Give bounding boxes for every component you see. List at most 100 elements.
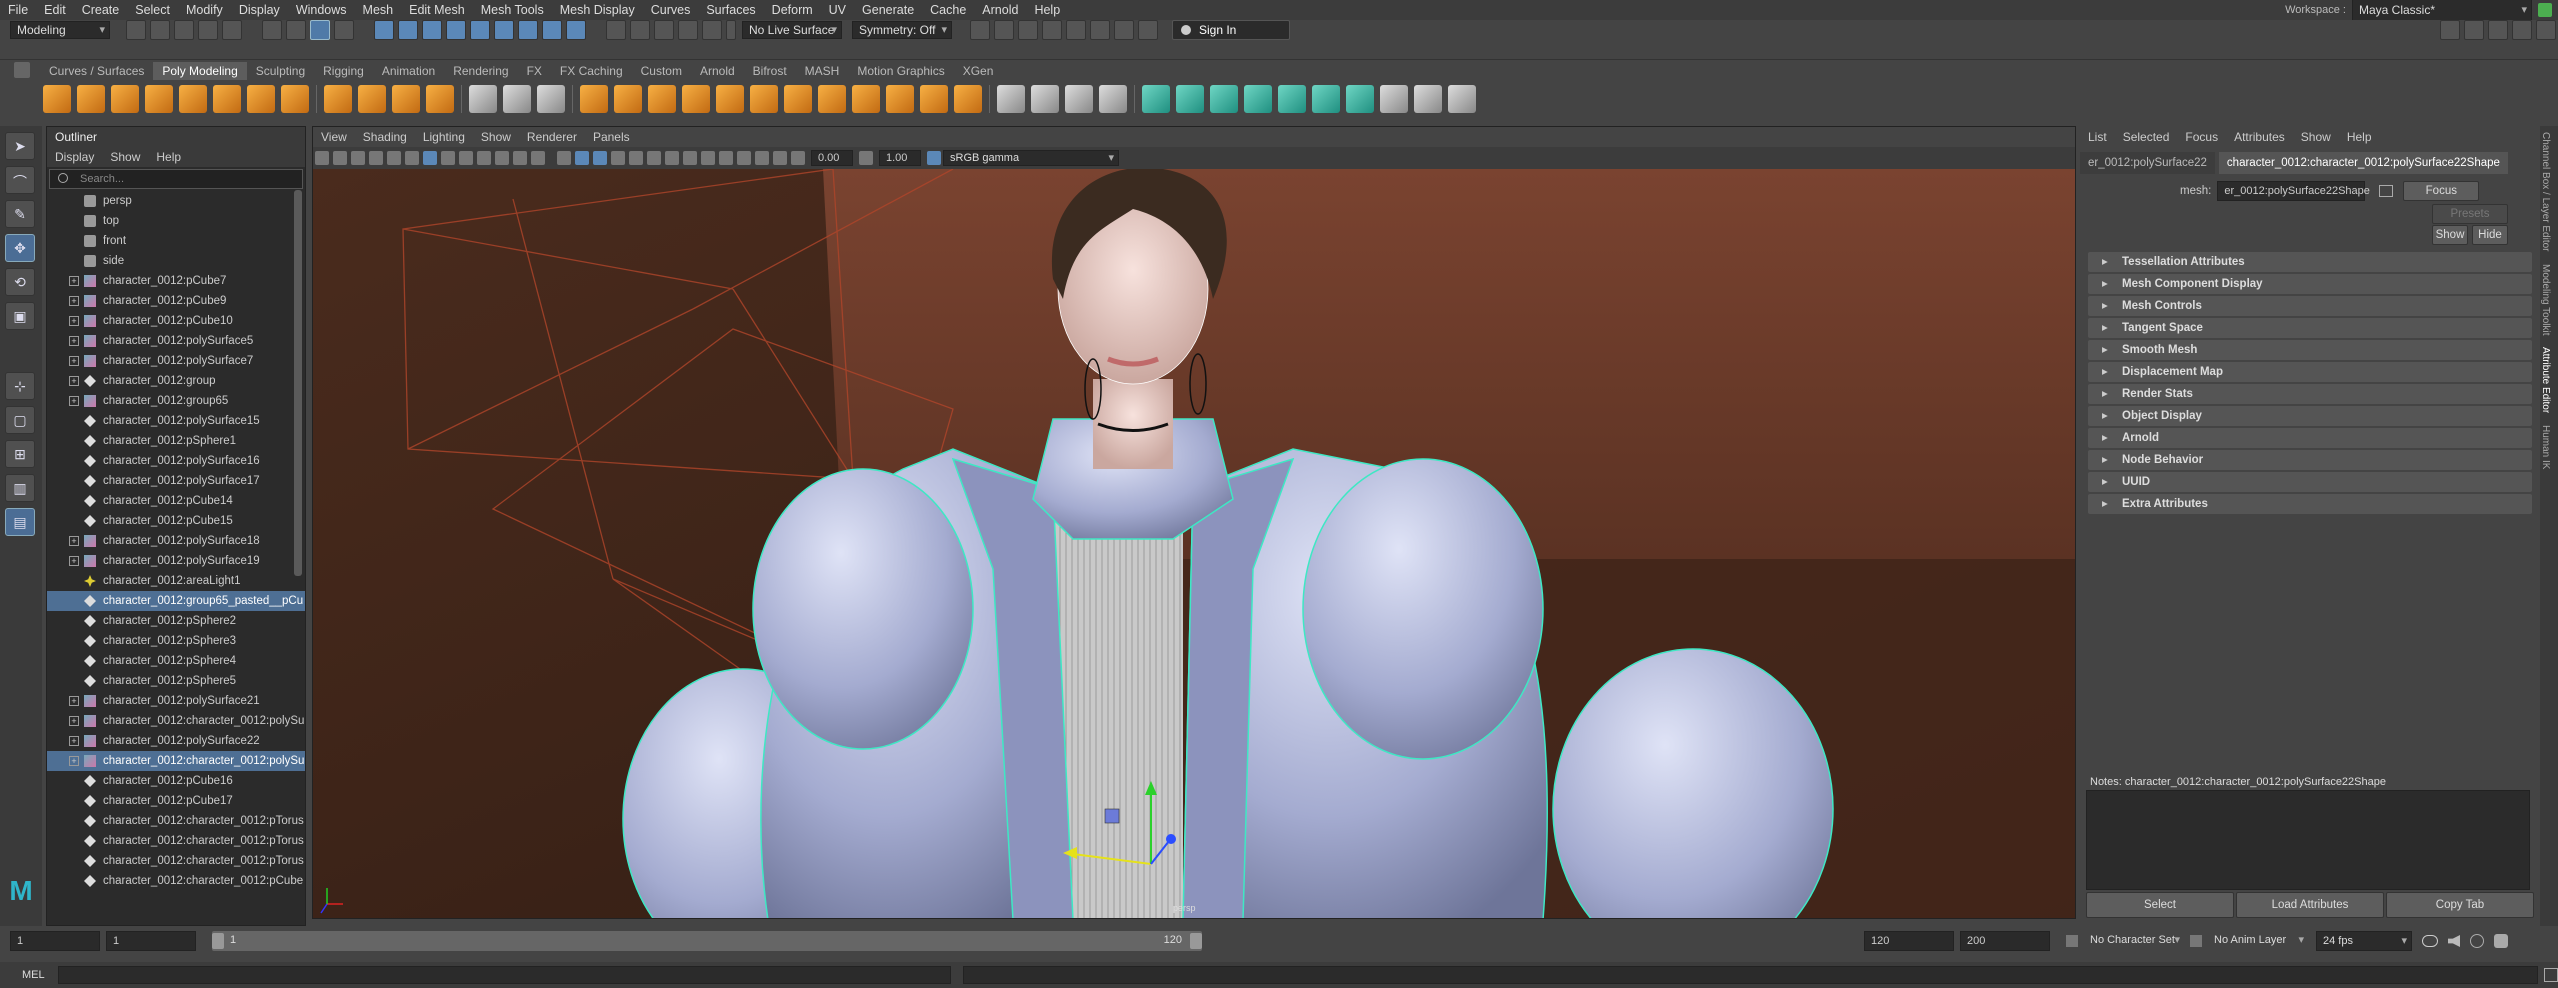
hide-button[interactable]: Hide xyxy=(2472,225,2508,245)
expand-toggle-icon[interactable]: + xyxy=(69,736,79,746)
snap-vertex-icon[interactable] xyxy=(494,20,514,40)
workspace-dropdown[interactable]: Maya Classic* xyxy=(2352,0,2532,21)
notes-textarea[interactable] xyxy=(2086,790,2530,890)
hypershade-icon[interactable] xyxy=(1066,20,1086,40)
toggle-outliner-icon[interactable] xyxy=(2536,20,2556,40)
safe-action-icon[interactable] xyxy=(513,151,527,165)
exposure-icon[interactable] xyxy=(791,151,805,165)
outliner-item[interactable]: character_0012:pCube15 xyxy=(47,511,305,531)
speaker-icon[interactable] xyxy=(2448,935,2460,947)
range-slider[interactable]: 1 120 xyxy=(212,931,1202,951)
attr-tab[interactable]: character_0012:character_0012:polySurfac… xyxy=(2218,152,2508,174)
input-ops-icon[interactable] xyxy=(630,20,650,40)
four-view-icon[interactable]: ⊞ xyxy=(5,440,35,468)
expand-toggle-icon[interactable]: + xyxy=(69,356,79,366)
side-tab-modeling-toolkit[interactable]: Modeling Toolkit xyxy=(2540,258,2551,342)
outliner-item[interactable]: + character_0012:pCube7 xyxy=(47,271,305,291)
textured-icon[interactable] xyxy=(611,151,625,165)
loop-icon[interactable] xyxy=(2422,935,2438,947)
ipr-render-icon[interactable] xyxy=(1018,20,1038,40)
menu-deform[interactable]: Deform xyxy=(764,0,821,20)
isolate-select-icon[interactable] xyxy=(737,151,751,165)
automatic-map-icon[interactable] xyxy=(1278,85,1306,113)
render-settings-icon[interactable] xyxy=(1042,20,1062,40)
resolution-gate-icon[interactable] xyxy=(459,151,473,165)
outliner-item[interactable]: + character_0012:group xyxy=(47,371,305,391)
section-tangent-space[interactable]: Tangent Space xyxy=(2088,318,2532,338)
gamma-icon[interactable] xyxy=(859,151,873,165)
attr-menu-list[interactable]: List xyxy=(2080,126,2115,148)
outliner-item[interactable]: persp xyxy=(47,191,305,211)
outliner-item[interactable]: top xyxy=(47,211,305,231)
arnold-render-icon[interactable] xyxy=(1090,20,1110,40)
animation-end-field[interactable]: 200 xyxy=(1960,931,2050,951)
toggle-channel-box-icon[interactable] xyxy=(2464,20,2484,40)
field-chart-icon[interactable] xyxy=(495,151,509,165)
toggle-tool-settings-icon[interactable] xyxy=(2512,20,2532,40)
shelf-tab-fx-caching[interactable]: FX Caching xyxy=(551,62,632,80)
bridge-icon[interactable] xyxy=(784,85,812,113)
soft-select-icon[interactable] xyxy=(537,85,565,113)
outliner-item[interactable]: character_0012:pSphere4 xyxy=(47,651,305,671)
retopologize-icon[interactable] xyxy=(954,85,982,113)
shelf-tab-custom[interactable]: Custom xyxy=(632,62,691,80)
menu-file[interactable]: File xyxy=(0,0,36,20)
outliner-item[interactable]: front xyxy=(47,231,305,251)
menu-display[interactable]: Display xyxy=(231,0,288,20)
fill-hole-icon[interactable] xyxy=(886,85,914,113)
last-tool-icon[interactable]: ⊹ xyxy=(5,372,35,400)
move-tool-icon[interactable]: ✥ xyxy=(5,234,35,262)
redo-icon[interactable] xyxy=(222,20,242,40)
section-displacement-map[interactable]: Displacement Map xyxy=(2088,362,2532,382)
bevel-icon[interactable] xyxy=(818,85,846,113)
playback-start-field[interactable]: 1 xyxy=(106,931,196,951)
2d-pan-zoom-icon[interactable] xyxy=(387,151,401,165)
expand-toggle-icon[interactable]: + xyxy=(69,316,79,326)
viewport-menu-shading[interactable]: Shading xyxy=(355,127,415,147)
menu-edit-mesh[interactable]: Edit Mesh xyxy=(401,0,473,20)
outliner-item[interactable]: character_0012:polySurface15 xyxy=(47,411,305,431)
select-tool-icon[interactable]: ➤ xyxy=(5,132,35,160)
select-button[interactable]: Select xyxy=(2086,892,2234,918)
persp-outliner-icon[interactable]: ▤ xyxy=(5,508,35,536)
start-time-field[interactable]: 1 xyxy=(10,931,100,951)
unfold-icon[interactable] xyxy=(1312,85,1340,113)
menu-mesh[interactable]: Mesh xyxy=(355,0,402,20)
outliner-item[interactable]: + character_0012:group65 xyxy=(47,391,305,411)
pause-icon[interactable] xyxy=(1138,20,1158,40)
outliner-search-input[interactable]: Search... xyxy=(49,169,303,189)
persp-graph-icon[interactable]: ▥ xyxy=(5,474,35,502)
make-live-icon[interactable] xyxy=(702,20,722,40)
expand-toggle-icon[interactable]: + xyxy=(69,556,79,566)
shelf-tab-bifrost[interactable]: Bifrost xyxy=(744,62,796,80)
cylindrical-map-icon[interactable] xyxy=(1210,85,1238,113)
dropdown-arrow-icon[interactable] xyxy=(726,20,736,40)
motion-blur-icon[interactable] xyxy=(683,151,697,165)
outliner-item[interactable]: character_0012:character_0012:pTorus xyxy=(47,811,305,831)
new-scene-icon[interactable] xyxy=(126,20,146,40)
section-extra-attributes[interactable]: Extra Attributes xyxy=(2088,494,2532,514)
section-smooth-mesh[interactable]: Smooth Mesh xyxy=(2088,340,2532,360)
side-tab-channel-box-layer-editor[interactable]: Channel Box / Layer Editor xyxy=(2540,126,2551,258)
select-component-icon[interactable] xyxy=(310,20,330,40)
script-editor-icon[interactable] xyxy=(2544,968,2558,982)
menu-windows[interactable]: Windows xyxy=(288,0,355,20)
history-icon[interactable] xyxy=(606,20,626,40)
character-set-dropdown[interactable]: No Character Set xyxy=(2084,931,2184,951)
use-all-lights-icon[interactable] xyxy=(629,151,643,165)
menu-help[interactable]: Help xyxy=(1026,0,1068,20)
sign-in-button[interactable]: Sign In xyxy=(1172,20,1290,40)
expand-toggle-icon[interactable]: + xyxy=(69,696,79,706)
attr-menu-show[interactable]: Show xyxy=(2293,126,2339,148)
auto-key-icon[interactable] xyxy=(2470,934,2484,948)
lock-selection-icon[interactable] xyxy=(334,20,354,40)
outliner-item[interactable]: side xyxy=(47,251,305,271)
xray-icon[interactable] xyxy=(755,151,769,165)
outliner-item[interactable]: character_0012:polySurface17 xyxy=(47,471,305,491)
viewport-menu-show[interactable]: Show xyxy=(473,127,519,147)
expand-toggle-icon[interactable]: + xyxy=(69,336,79,346)
undo-icon[interactable] xyxy=(198,20,218,40)
combine-icon[interactable] xyxy=(580,85,608,113)
shelf-tab-arnold[interactable]: Arnold xyxy=(691,62,744,80)
film-gate-icon[interactable] xyxy=(441,151,455,165)
